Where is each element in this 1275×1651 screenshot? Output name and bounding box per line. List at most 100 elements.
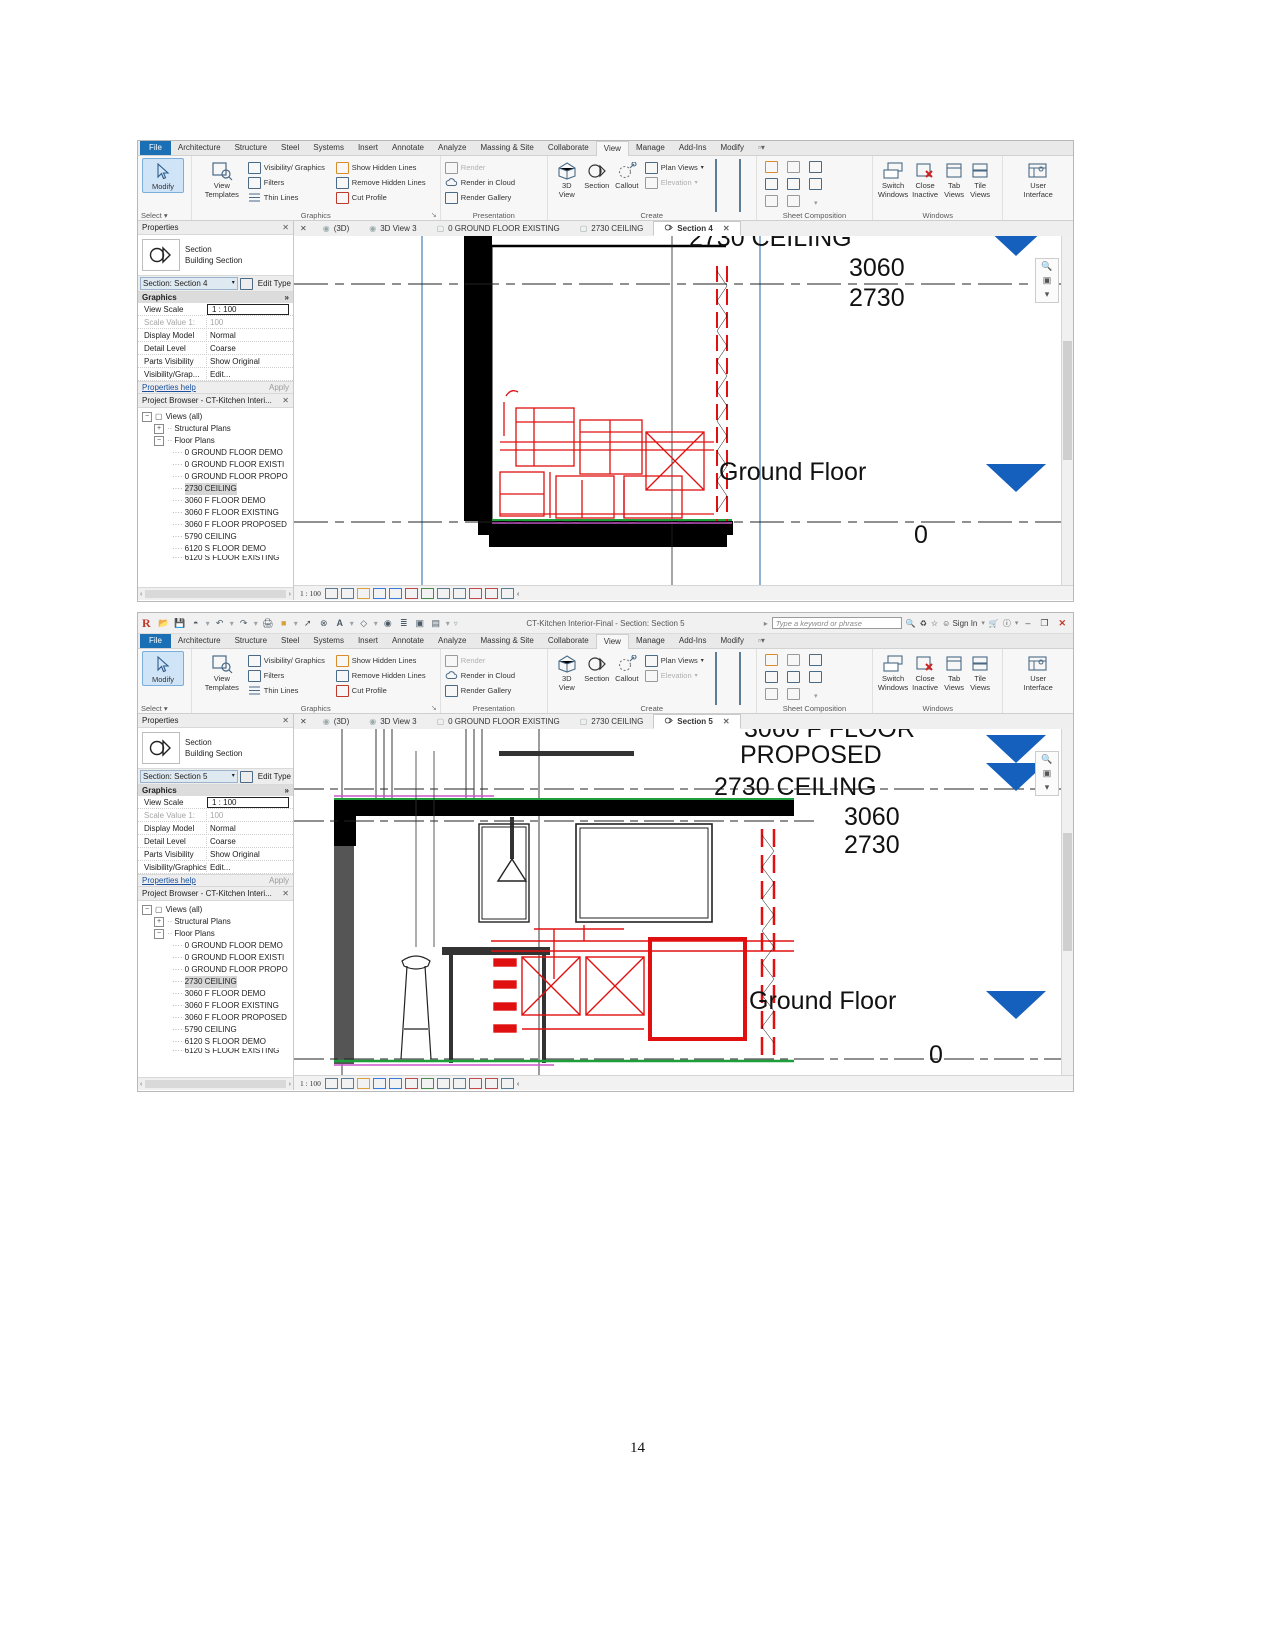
property-value-visibility-graphics-1[interactable]: Edit... [206, 369, 293, 379]
modify-button-2[interactable]: Modify [142, 651, 184, 686]
tree-node-floor-plans-1[interactable]: − ·· Floor Plans [140, 435, 293, 447]
cut-profile-button-2[interactable]: Cut Profile [336, 683, 436, 698]
property-row-visibility-graphics-2[interactable]: Visibility/Graphics Edit... [138, 861, 293, 874]
ribbon-tab-modify-2[interactable]: Modify [713, 634, 751, 648]
drafting-view-icon-2[interactable] [714, 651, 717, 671]
render-in-cloud-button[interactable]: Render in Cloud [445, 175, 515, 190]
apply-button-1[interactable]: Apply [269, 383, 289, 392]
tree-item-0-ground-floor-existing-1[interactable]: ···· 0 GROUND FLOOR EXISTI [140, 459, 293, 471]
show-hidden-lines-button-2[interactable]: Show Hidden Lines [336, 653, 436, 668]
hscroll-left-arrow-2[interactable]: ‹ [140, 1081, 142, 1088]
view-tab-strip-2[interactable]: ✕ ◉ (3D) ◉ 3D View 3 ▢ 0 GROUND FLOOR EX… [294, 714, 1073, 730]
tree-item-0-ground-floor-demo-1[interactable]: ···· 0 GROUND FLOOR DEMO [140, 447, 293, 459]
tree-item-6120-s-floor-existing-2[interactable]: ···· 6120 S FLOOR EXISTING [140, 1048, 293, 1054]
render-dialog-icon-1[interactable] [404, 587, 418, 599]
duplicate-view-icon[interactable] [714, 175, 717, 195]
ribbon-tab-manage-2[interactable]: Manage [629, 634, 672, 648]
navigation-bar-2[interactable]: 🔍 ▣ ▾ [1035, 751, 1059, 796]
matchline-icon[interactable] [738, 192, 741, 212]
ribbon-tab-manage[interactable]: Manage [629, 141, 672, 155]
property-value-view-scale-2[interactable]: 1 : 100 [207, 796, 289, 808]
user-interface-button[interactable]: User Interface [1012, 158, 1064, 199]
ribbon-tab-massing-site-2[interactable]: Massing & Site [473, 634, 540, 648]
view-tab-ground-floor-existing-2[interactable]: ▢ 0 GROUND FLOOR EXISTING [427, 714, 570, 729]
sign-in-button[interactable]: ☺ Sign In [942, 619, 977, 628]
ribbon-tab-systems[interactable]: Systems [306, 141, 351, 155]
hscroll-left-arrow-1[interactable]: ‹ [140, 591, 142, 598]
edit-type-button-2[interactable]: Edit Type [240, 770, 291, 783]
view-tab-section-5[interactable]: Section 5 ✕ [653, 714, 741, 729]
pan-icon-1[interactable]: ▣ [1043, 275, 1052, 286]
3d-view-button-2[interactable]: 3D View [552, 651, 582, 692]
favorites-star-icon[interactable]: ☆ [931, 619, 938, 628]
ribbon-tab-architecture-2[interactable]: Architecture [171, 634, 228, 648]
tree-node-structural-plans-2[interactable]: + ·· Structural Plans [140, 916, 293, 928]
tree-expander-floor-plans-1[interactable]: − [154, 436, 164, 446]
duplicate-view-icon-2[interactable] [714, 668, 717, 688]
property-row-view-scale-1[interactable]: View Scale 1 : 100 [138, 303, 293, 316]
ribbon-tab-bar-2[interactable]: File Architecture Structure Steel System… [138, 633, 1073, 649]
hscroll-thumb-1[interactable] [145, 590, 286, 598]
filters-button-2[interactable]: Filters [248, 668, 336, 683]
navbar-dropdown-2[interactable]: ▾ [1045, 782, 1050, 793]
project-browser-hscroll-2[interactable]: ‹ › [138, 1077, 293, 1090]
tab-views-button-2[interactable]: Tab Views [941, 651, 967, 692]
navbar-dropdown-1[interactable]: ▾ [1045, 289, 1050, 300]
ribbon-tab-collaborate[interactable]: Collaborate [541, 141, 596, 155]
close-hidden-windows-icon[interactable]: ▣ [413, 617, 426, 630]
select-panel-label[interactable]: Select ▾ [138, 211, 191, 220]
save-icon[interactable]: 💾 [173, 617, 186, 630]
edit-type-button-1[interactable]: Edit Type [240, 277, 291, 290]
legend-icon[interactable] [738, 175, 741, 195]
view-control-more-1[interactable]: ‹ [517, 589, 520, 598]
render-gallery-button-2[interactable]: Render Gallery [445, 683, 515, 698]
ribbon-tab-structure[interactable]: Structure [228, 141, 274, 155]
modify-button[interactable]: Modify [142, 158, 184, 193]
view-reference-icon[interactable] [809, 160, 823, 178]
render-dialog-icon-2[interactable] [404, 1077, 418, 1089]
tree-item-0-ground-floor-demo-2[interactable]: ···· 0 GROUND FLOOR DEMO [140, 940, 293, 952]
section-canvas-1[interactable]: 2730 CEILING 3060 2730 Ground Floor 0 🔍 … [294, 236, 1073, 600]
crop-view-icon-1[interactable] [420, 587, 434, 599]
view-control-more-2[interactable]: ‹ [517, 1079, 520, 1088]
view-tab-3d-2[interactable]: ◉ (3D) [313, 714, 360, 729]
show-hidden-lines-button[interactable]: Show Hidden Lines [336, 160, 436, 175]
ribbon-tab-view[interactable]: View [595, 141, 629, 156]
tree-item-2730-ceiling-1[interactable]: ···· 2730 CEILING [140, 483, 293, 495]
tree-item-3060-f-floor-demo-1[interactable]: ···· 3060 F FLOOR DEMO [140, 495, 293, 507]
cut-profile-button[interactable]: Cut Profile [336, 190, 436, 205]
thin-lines-quick-icon[interactable]: ≣ [397, 617, 410, 630]
sun-path-icon-1[interactable] [372, 587, 386, 599]
ribbon-tab-view-2[interactable]: View [595, 633, 629, 649]
default-3d-view-icon[interactable]: ◇ [357, 617, 370, 630]
view-control-bar-1[interactable]: 1 : 100 ‹ [294, 585, 1073, 600]
view-tab-ground-floor-existing-1[interactable]: ▢ 0 GROUND FLOOR EXISTING [427, 221, 570, 236]
search-dropdown-icon[interactable]: ▸ [764, 619, 768, 628]
help-search-icon[interactable]: 🔍 [906, 619, 916, 628]
view-templates-button-2[interactable]: View Templates [196, 651, 248, 692]
vertical-scrollbar-1[interactable] [1061, 236, 1073, 586]
tree-item-6120-s-floor-demo-1[interactable]: ···· 6120 S FLOOR DEMO [140, 543, 293, 555]
tree-item-0-ground-floor-proposed-1[interactable]: ···· 0 GROUND FLOOR PROPO [140, 471, 293, 483]
view-scale-indicator-2[interactable]: 1 : 100 [300, 1079, 321, 1088]
visibility-graphics-button-2[interactable]: Visibility/ Graphics [248, 653, 336, 668]
filters-button[interactable]: Filters [248, 175, 336, 190]
property-row-view-scale-2[interactable]: View Scale 1 : 100 [138, 796, 293, 809]
properties-help-link-1[interactable]: Properties help [142, 383, 196, 392]
tree-item-3060-f-floor-existing-2[interactable]: ···· 3060 F FLOOR EXISTING [140, 1000, 293, 1012]
view-scale-indicator-1[interactable]: 1 : 100 [300, 589, 321, 598]
text-icon[interactable]: A [333, 617, 346, 630]
property-value-display-model-1[interactable]: Normal [206, 330, 293, 340]
property-row-parts-visibility-2[interactable]: Parts Visibility Show Original [138, 848, 293, 861]
minimize-button[interactable]: – [1022, 618, 1033, 628]
tree-item-3060-f-floor-proposed-1[interactable]: ···· 3060 F FLOOR PROPOSED [140, 519, 293, 531]
switch-windows-quick-icon[interactable]: ▤ [429, 617, 442, 630]
project-browser-tree-2[interactable]: − ▢ Views (all) + ·· Structural Plans − … [138, 901, 293, 1077]
ribbon-tab-annotate-2[interactable]: Annotate [385, 634, 431, 648]
property-value-view-scale-1[interactable]: 1 : 100 [207, 303, 289, 315]
autodesk-360-icon[interactable]: ♻ [920, 619, 927, 628]
scope-box-icon-2[interactable] [714, 685, 717, 705]
measure-icon[interactable]: ■ [277, 617, 290, 630]
ribbon-tab-analyze[interactable]: Analyze [431, 141, 473, 155]
tree-item-3060-f-floor-existing-1[interactable]: ···· 3060 F FLOOR EXISTING [140, 507, 293, 519]
